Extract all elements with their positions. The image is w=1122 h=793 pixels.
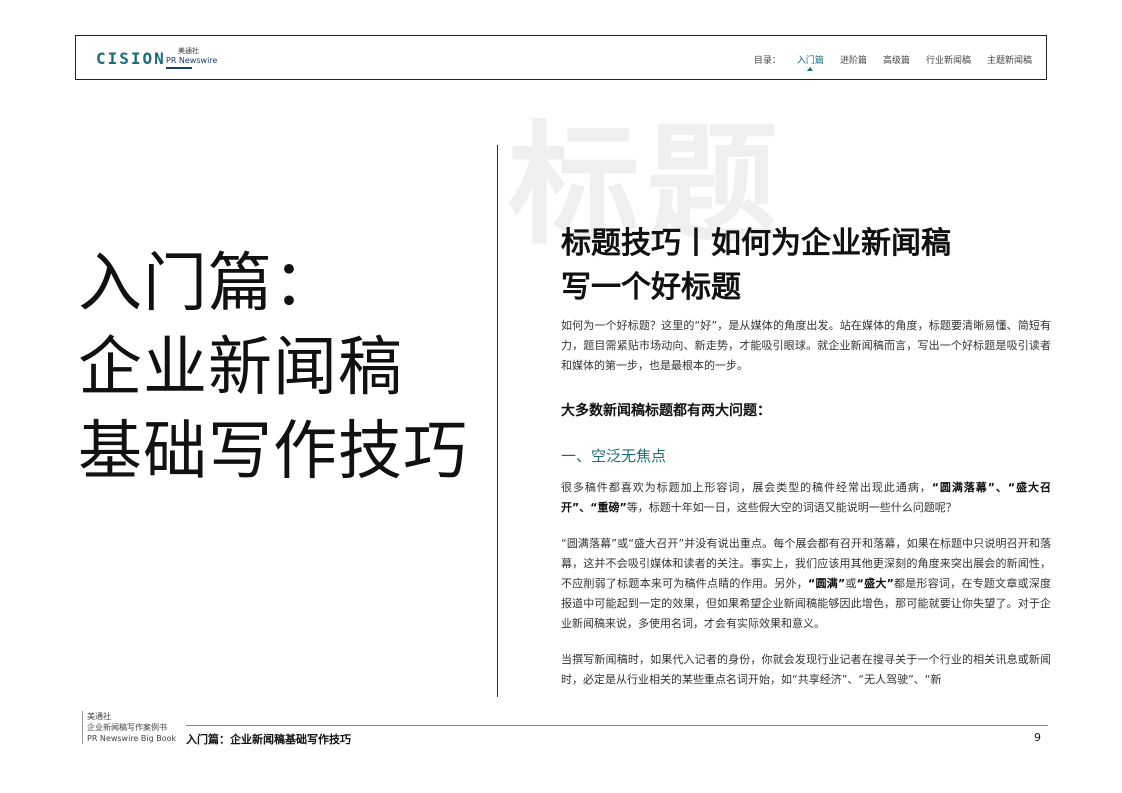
toc-label: 目录： xyxy=(753,56,781,66)
section-title: 一、空泛无焦点 xyxy=(561,447,667,465)
page-number: 9 xyxy=(1034,731,1041,744)
chapter-title-line-2: 企业新闻稿 xyxy=(78,331,403,405)
p1-text-c: 等，标题十年如一日，这些假大空的词语又能说明一些什么问题呢？ xyxy=(626,501,957,514)
intro-paragraph: 如何为一个好标题？这里的“好”，是从媒体的角度出发。站在媒体的角度，标题要清晰易… xyxy=(561,319,1051,372)
footer-meta-line-1: 美通社 xyxy=(87,712,111,721)
body-paragraph-2: “圆满落幕”或“盛大召开”并没有说出重点。每个展会都有召开和落幕，如果在标题中只… xyxy=(561,534,1051,634)
prnewswire-logo-en: PR Newswire xyxy=(166,56,218,65)
p2-text-mid: 或 xyxy=(845,577,857,590)
cision-logo[interactable]: CISION xyxy=(96,49,166,68)
chapter-title-line-3: 基础写作技巧 xyxy=(78,415,468,489)
nav-item-advanced[interactable]: 高级篇 xyxy=(883,53,910,66)
body-paragraph-1: 很多稿件都喜欢为标题加上形容词，展会类型的稿件经常出现此通病，“圆满落幕”、“盛… xyxy=(561,478,1051,518)
prnewswire-logo[interactable]: 美通社 PR Newswire xyxy=(166,48,217,69)
prnewswire-logo-cn: 美通社 xyxy=(178,47,199,55)
body-paragraph-3: 当撰写新闻稿时，如果代入记者的身份，你就会发现行业记者在搜寻关于一个行业的相关讯… xyxy=(561,653,1051,686)
top-header: CISION 美通社 PR Newswire 目录： 入门篇 进阶篇 高级篇 行… xyxy=(75,35,1047,80)
article-title: 标题技巧丨如何为企业新闻稿 写一个好标题 xyxy=(561,222,1061,310)
article-title-line-1: 标题技巧丨如何为企业新闻稿 xyxy=(561,226,951,261)
toc-nav: 目录： 入门篇 进阶篇 高级篇 行业新闻稿 主题新闻稿 xyxy=(753,53,1032,71)
footer-divider xyxy=(186,725,1048,726)
p2-bold-2: “盛大” xyxy=(856,577,894,590)
nav-item-industry[interactable]: 行业新闻稿 xyxy=(926,53,971,66)
footer-chapter-title: 入门篇：企业新闻稿基础写作技巧 xyxy=(186,733,351,746)
chapter-title-line-1: 入门篇： xyxy=(78,247,338,321)
chapter-title: 入门篇： 企业新闻稿 基础写作技巧 xyxy=(78,242,468,494)
nav-item-beginner[interactable]: 入门篇 xyxy=(797,53,824,71)
article-title-line-2: 写一个好标题 xyxy=(561,270,741,305)
footer-meta-line-2: 企业新闻稿写作案例书 xyxy=(87,723,167,732)
footer-book-info: 美通社 企业新闻稿写作案例书 PR Newswire Big Book xyxy=(82,711,176,744)
nav-item-topic[interactable]: 主题新闻稿 xyxy=(987,53,1032,66)
column-divider xyxy=(497,145,498,697)
nav-item-intermediate[interactable]: 进阶篇 xyxy=(840,53,867,66)
p2-bold-1: “圆满” xyxy=(808,577,846,590)
p1-text-a: 很多稿件都喜欢为标题加上形容词，展会类型的稿件经常出现此通病， xyxy=(561,481,932,494)
footer-meta-line-3: PR Newswire Big Book xyxy=(87,734,177,743)
sub-heading: 大多数新闻稿标题都有两大问题： xyxy=(561,403,771,419)
prnewswire-logo-bar xyxy=(166,67,192,69)
